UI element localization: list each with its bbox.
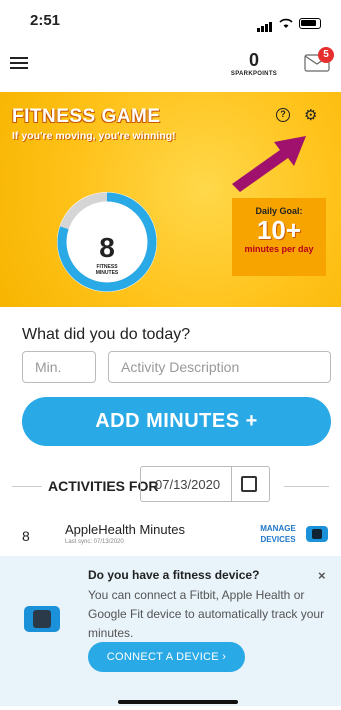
- hamburger-menu-icon[interactable]: [10, 54, 32, 74]
- divider: [12, 486, 42, 487]
- watch-icon[interactable]: [306, 526, 328, 542]
- activity-title: AppleHealth Minutes: [65, 522, 185, 537]
- hero-title: FITNESS GAME: [12, 106, 161, 127]
- divider: [231, 467, 232, 501]
- goal-unit: minutes per day: [244, 244, 314, 254]
- sparkpoints[interactable]: 0 SPARKPOINTS: [214, 50, 294, 77]
- date-picker[interactable]: 07/13/2020: [140, 466, 270, 502]
- device-card-body: You can connect a Fitbit, Apple Health o…: [88, 588, 325, 640]
- activity-description-input[interactable]: Activity Description: [108, 351, 331, 383]
- sparkpoints-label: SPARKPOINTS: [230, 71, 278, 77]
- manage-devices-link[interactable]: MANAGE DEVICES: [256, 523, 300, 545]
- daily-goal-badge: Daily Goal: 10+ minutes per day: [232, 198, 326, 276]
- home-indicator[interactable]: [118, 700, 238, 704]
- hero-subtitle: If you're moving, you're winning!: [12, 130, 176, 142]
- close-icon[interactable]: ×: [318, 568, 326, 583]
- device-promo-card: Do you have a fitness device? × You can …: [0, 556, 341, 706]
- battery-icon: [299, 17, 321, 29]
- status-icons: [257, 14, 321, 32]
- sparkpoints-value: 0: [248, 50, 259, 70]
- goal-value: 10+: [256, 215, 302, 245]
- divider: [284, 486, 329, 487]
- device-card-title: Do you have a fitness device?: [88, 568, 260, 582]
- pointer-arrow-icon: [232, 136, 306, 192]
- minutes-input[interactable]: Min.: [22, 351, 96, 383]
- activity-sync-time: Last sync: 07/13/2020: [65, 539, 124, 545]
- activity-count: 8: [22, 528, 30, 544]
- calendar-icon[interactable]: [241, 476, 257, 492]
- activity-question: What did you do today?: [22, 326, 191, 343]
- mail-button[interactable]: 5: [304, 47, 334, 74]
- minutes-value: 8: [99, 232, 115, 263]
- status-bar: 2:51: [0, 0, 341, 40]
- fitness-game-panel: FITNESS GAME If you're moving, you're wi…: [0, 92, 341, 307]
- app-header: 0 SPARKPOINTS 5: [0, 40, 341, 90]
- wifi-icon: [279, 18, 293, 28]
- add-minutes-button[interactable]: ADD MINUTES +: [22, 397, 331, 446]
- signal-icon: [257, 14, 273, 32]
- mail-count-badge: 5: [318, 47, 334, 63]
- gear-icon[interactable]: ⚙: [304, 106, 317, 124]
- status-time: 2:51: [30, 12, 61, 29]
- smartwatch-icon: [24, 606, 60, 632]
- date-value: 07/13/2020: [155, 477, 221, 492]
- minutes-label: FITNESS MINUTES: [95, 264, 119, 276]
- help-icon[interactable]: ?: [276, 108, 290, 122]
- connect-device-button[interactable]: CONNECT A DEVICE ›: [88, 642, 245, 672]
